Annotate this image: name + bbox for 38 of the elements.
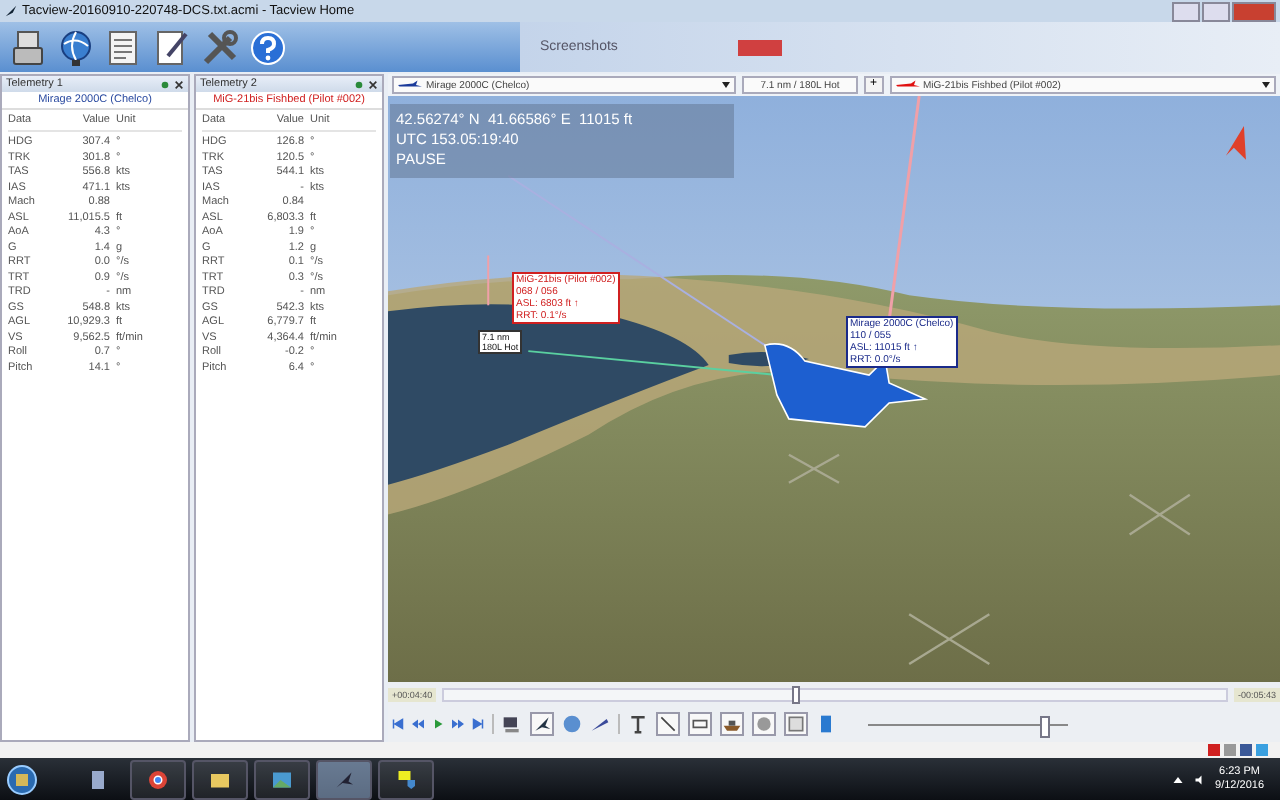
dropdown-caret-icon [722,82,730,88]
jet-icon[interactable] [530,712,554,737]
help-icon[interactable] [248,27,288,67]
compass-arrow-icon [1225,125,1246,160]
loop-icon[interactable] [688,712,712,737]
maximize-button[interactable] [1202,1,1230,21]
skip-forward-icon[interactable] [472,718,484,731]
close-icon[interactable] [368,79,378,89]
play-icon[interactable] [432,718,444,731]
notepad-icon[interactable] [152,27,192,67]
ship-icon[interactable] [720,712,744,737]
show-hidden-icon[interactable] [1171,773,1184,785]
monitor-icon[interactable] [502,714,522,735]
globe-icon[interactable] [56,27,96,67]
close-icon[interactable] [174,79,184,89]
skip-back-icon[interactable] [392,718,404,731]
dropdown-caret-icon [1262,82,1270,88]
tools-icon[interactable] [200,27,240,67]
missile-icon[interactable] [590,714,610,735]
usb-drive-icon[interactable] [8,27,48,67]
pin-icon[interactable] [354,79,364,89]
start-button[interactable] [6,763,38,795]
line-tool-icon[interactable] [656,712,680,737]
rewind-icon[interactable] [412,718,424,731]
timeline-handle[interactable] [792,685,801,704]
browser-icon[interactable] [130,759,186,799]
jet-icon [4,4,18,18]
close-button[interactable] [1232,1,1276,21]
shield-icon[interactable] [378,759,434,799]
volume-handle[interactable] [1040,715,1050,738]
window-icon[interactable] [784,712,808,737]
fast-forward-icon[interactable] [452,718,464,731]
minimize-button[interactable] [1172,1,1200,21]
picture-icon[interactable] [254,759,310,799]
speaker-icon[interactable] [1193,773,1206,785]
pin-icon[interactable] [160,79,170,89]
folder-icon[interactable] [192,759,248,799]
leader-line [487,254,490,307]
